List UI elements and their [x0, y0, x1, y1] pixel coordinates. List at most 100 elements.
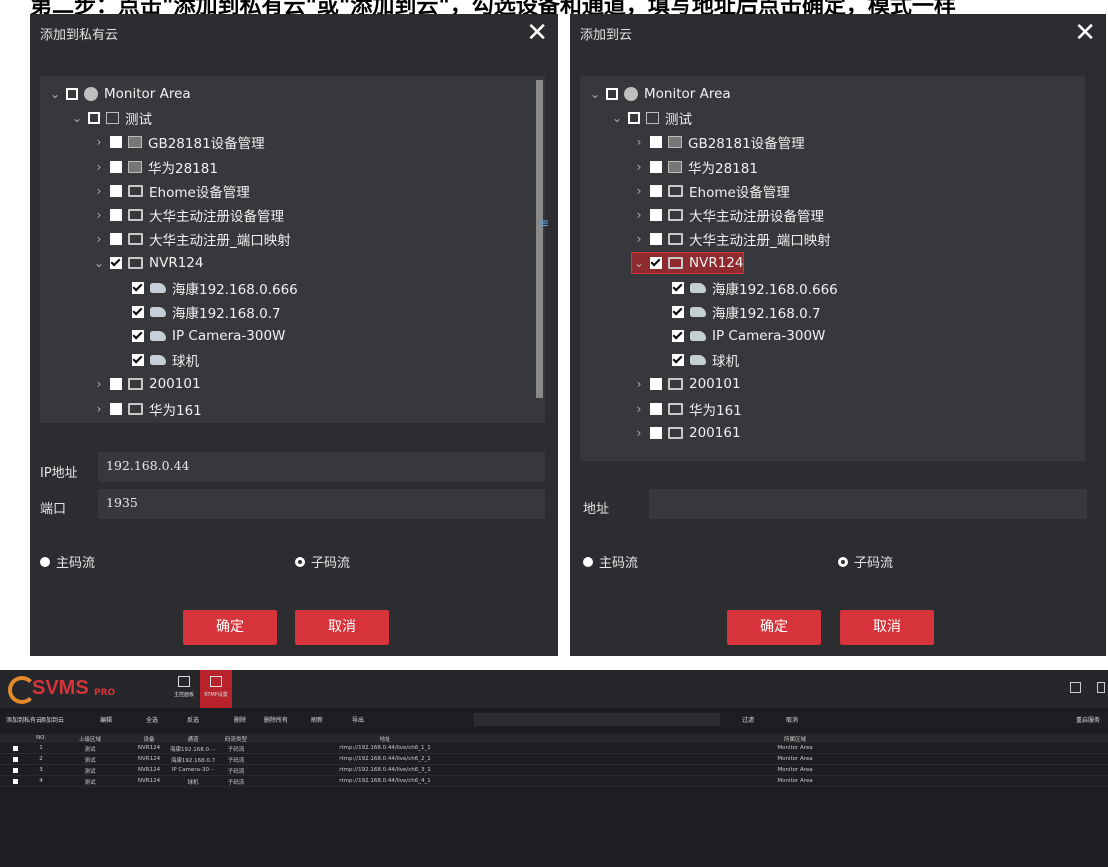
- checkbox[interactable]: [672, 354, 684, 367]
- column-header[interactable]: 上级区域: [79, 735, 101, 743]
- table-row[interactable]: 4 测试 NVR124 球机 子码流 rtmp://192.168.0.44/live/c…: [0, 776, 1108, 787]
- tree-node[interactable]: ⌄ 测试: [70, 108, 152, 128]
- checkbox[interactable]: [650, 257, 662, 270]
- checkbox[interactable]: [628, 112, 640, 125]
- cancel-button[interactable]: 取消: [840, 610, 934, 645]
- column-header[interactable]: NO.: [36, 735, 46, 741]
- checkbox[interactable]: [110, 136, 122, 149]
- tree-node[interactable]: 海康192.168.0.7: [114, 302, 281, 322]
- checkbox[interactable]: [672, 281, 684, 294]
- chevron-right-icon[interactable]: ›: [632, 232, 646, 246]
- row-checkbox[interactable]: [13, 779, 18, 784]
- chevron-down-icon[interactable]: ⌄: [588, 87, 602, 101]
- tree-node[interactable]: ⌄ NVR124: [630, 252, 745, 275]
- checkbox[interactable]: [110, 233, 122, 246]
- tree-node[interactable]: › 华为161: [92, 399, 202, 419]
- checkbox[interactable]: [110, 378, 122, 391]
- add-to-private-cloud-button[interactable]: 添加到私有云: [6, 715, 42, 724]
- cancel-button[interactable]: 取消: [295, 610, 389, 645]
- restart-service-button[interactable]: 重启服务: [1076, 715, 1100, 724]
- radio-sub-stream[interactable]: 子码流: [838, 552, 893, 571]
- chevron-right-icon[interactable]: ›: [632, 184, 646, 198]
- checkbox[interactable]: [132, 305, 144, 318]
- column-header[interactable]: 所属区域: [784, 735, 806, 743]
- refresh-button[interactable]: 刷新: [311, 715, 323, 724]
- checkbox[interactable]: [66, 88, 78, 100]
- radio-sub-stream[interactable]: 子码流: [295, 552, 350, 571]
- checkbox[interactable]: [110, 160, 122, 173]
- checkbox[interactable]: [110, 402, 122, 415]
- chevron-right-icon[interactable]: ›: [632, 402, 646, 416]
- chevron-right-icon[interactable]: ›: [92, 184, 106, 198]
- edit-button[interactable]: 编辑: [100, 715, 112, 724]
- tree-node[interactable]: › 200161: [632, 423, 741, 443]
- chevron-right-icon[interactable]: ›: [632, 377, 646, 391]
- radio-main-stream[interactable]: 主码流: [40, 552, 95, 571]
- column-header[interactable]: 设备: [143, 735, 154, 743]
- tree-node[interactable]: › 华为161: [632, 399, 742, 419]
- tree-node[interactable]: › GB28181设备管理: [632, 132, 805, 152]
- tree-node[interactable]: ⌄ Monitor Area: [588, 84, 731, 104]
- close-icon[interactable]: ✕: [526, 16, 548, 50]
- chevron-right-icon[interactable]: ›: [632, 426, 646, 440]
- table-row[interactable]: 2 测试 NVR124 海康192.168.0.7 子码流 rtmp://192.168.…: [0, 754, 1108, 765]
- column-header[interactable]: 通道: [187, 735, 198, 743]
- row-checkbox[interactable]: [13, 746, 18, 751]
- filter-button[interactable]: 过滤: [742, 715, 754, 724]
- checkbox[interactable]: [110, 209, 122, 221]
- chevron-right-icon[interactable]: ›: [92, 232, 106, 246]
- port-input[interactable]: 1935: [98, 489, 545, 519]
- checkbox[interactable]: [650, 378, 662, 391]
- checkbox[interactable]: [88, 112, 100, 125]
- tree-node[interactable]: 球机: [654, 350, 739, 370]
- chevron-right-icon[interactable]: ›: [632, 208, 646, 222]
- chevron-down-icon[interactable]: ⌄: [610, 111, 624, 125]
- cancel-filter-button[interactable]: 取消: [786, 715, 798, 724]
- tree-node[interactable]: 海康192.168.0.7: [654, 302, 821, 322]
- checkbox[interactable]: [110, 184, 122, 197]
- checkbox[interactable]: [650, 160, 662, 173]
- chevron-right-icon[interactable]: ›: [632, 160, 646, 174]
- checkbox[interactable]: [650, 184, 662, 197]
- table-row[interactable]: 1 测试 NVR124 海康192.168.0.··· 子码流 rtmp://192.16…: [0, 743, 1108, 754]
- tree-node[interactable]: › 大华主动注册设备管理: [632, 205, 824, 225]
- exit-icon[interactable]: [1097, 682, 1105, 693]
- chevron-down-icon[interactable]: ⌄: [70, 111, 84, 125]
- chevron-right-icon[interactable]: ›: [92, 135, 106, 149]
- tree-node[interactable]: 球机: [114, 350, 199, 370]
- tree-scrollbar[interactable]: [536, 80, 543, 398]
- window-restore-icon[interactable]: [1070, 682, 1081, 693]
- checkbox[interactable]: [132, 281, 144, 294]
- checkbox[interactable]: [650, 233, 662, 246]
- tree-node[interactable]: ⌄ NVR124: [92, 253, 204, 273]
- tree-node[interactable]: IP Camera-300W: [654, 326, 825, 346]
- chevron-right-icon[interactable]: ›: [632, 135, 646, 149]
- tree-node[interactable]: › 大华主动注册设备管理: [92, 205, 284, 225]
- row-checkbox[interactable]: [13, 757, 18, 762]
- tree-node[interactable]: › 200101: [632, 374, 741, 394]
- add-to-cloud-button[interactable]: 添加到云: [40, 715, 64, 724]
- checkbox[interactable]: [672, 305, 684, 318]
- tree-node[interactable]: › 大华主动注册_端口映射: [632, 229, 831, 249]
- table-row[interactable]: 3 测试 NVR124 IP Camera-30··· 子码流 rtmp://192.16…: [0, 765, 1108, 776]
- checkbox[interactable]: [650, 136, 662, 149]
- checkbox[interactable]: [650, 209, 662, 221]
- row-checkbox[interactable]: [13, 768, 18, 773]
- checkbox[interactable]: [132, 354, 144, 367]
- close-icon[interactable]: ✕: [1074, 16, 1096, 50]
- tree-node[interactable]: › 大华主动注册_端口映射: [92, 229, 291, 249]
- delete-button[interactable]: 删除: [234, 715, 246, 724]
- delete-all-button[interactable]: 删除所有: [264, 715, 288, 724]
- tree-node[interactable]: ⌄ Monitor Area: [48, 84, 191, 104]
- tab-dashboard[interactable]: 主控面板: [168, 670, 200, 708]
- checkbox[interactable]: [672, 330, 684, 342]
- checkbox[interactable]: [606, 88, 618, 100]
- chevron-right-icon[interactable]: ›: [92, 208, 106, 222]
- invert-selection-button[interactable]: 反选: [187, 715, 199, 724]
- chevron-right-icon[interactable]: ›: [92, 160, 106, 174]
- tree-node[interactable]: 海康192.168.0.666: [654, 278, 838, 298]
- chevron-right-icon[interactable]: ›: [92, 402, 106, 416]
- address-input[interactable]: [649, 489, 1087, 519]
- chevron-right-icon[interactable]: ›: [92, 377, 106, 391]
- tree-node[interactable]: › Ehome设备管理: [92, 181, 250, 201]
